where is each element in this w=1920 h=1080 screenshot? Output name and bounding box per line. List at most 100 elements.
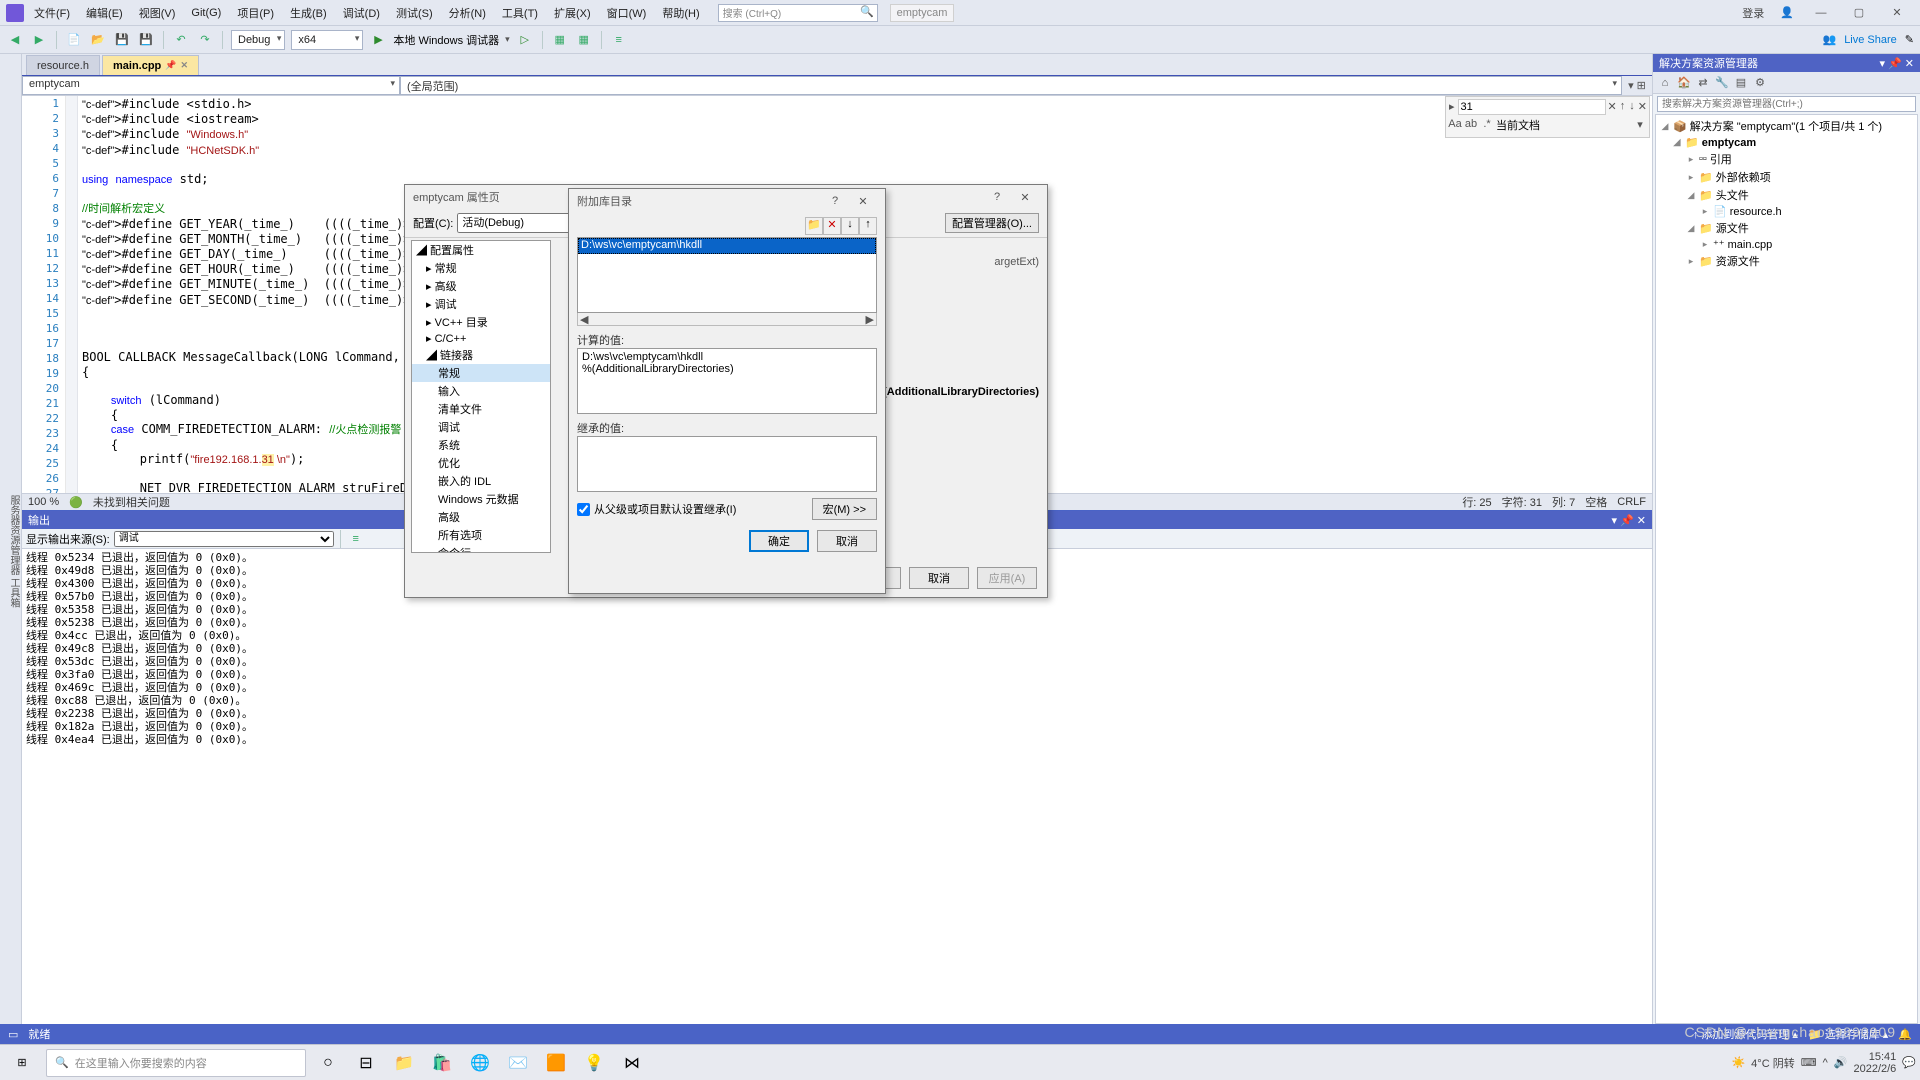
close-button[interactable]: ✕	[1880, 6, 1914, 19]
saveall-icon[interactable]: 💾	[137, 31, 155, 49]
sol-node-refs[interactable]: 引用	[1710, 151, 1732, 167]
tab-main-cpp[interactable]: main.cpp📌✕	[102, 55, 199, 75]
solution-tree[interactable]: ◢📦 解决方案 "emptycam"(1 个项目/共 1 个) ◢📁 empty…	[1655, 114, 1918, 1024]
dir-new-icon[interactable]: 📁	[805, 217, 823, 235]
nav-fwd-icon[interactable]: ▶	[30, 31, 48, 49]
config-dropdown[interactable]: Debug	[231, 30, 285, 50]
cortana-icon[interactable]: ○	[312, 1048, 344, 1078]
menu-project[interactable]: 项目(P)	[231, 2, 280, 24]
macro-button[interactable]: 宏(M) >>	[812, 498, 877, 520]
output-src-dropdown[interactable]: 调试	[114, 531, 334, 547]
tb-misc-2[interactable]: ▦	[575, 31, 593, 49]
status-repo[interactable]: 选择存储库	[1825, 1029, 1880, 1041]
explorer-icon[interactable]: 📁	[388, 1048, 420, 1078]
dir-delete-icon[interactable]: ✕	[823, 217, 841, 235]
prop-tree[interactable]: ◢ 配置属性▸ 常规▸ 高级▸ 调试▸ VC++ 目录▸ C/C++◢ 链接器常…	[411, 240, 551, 553]
prop-close-icon[interactable]: ✕	[1011, 191, 1039, 204]
output-clear-icon[interactable]: ≡	[347, 530, 365, 548]
sol-search-input[interactable]	[1657, 96, 1916, 112]
menu-git[interactable]: Git(G)	[185, 4, 227, 22]
open-icon[interactable]: 📂	[89, 31, 107, 49]
dir-help-icon[interactable]: ?	[821, 195, 849, 207]
dir-down-icon[interactable]: ↓	[841, 217, 859, 235]
left-toolbox-tab[interactable]: 服务器资源管理器 工具箱	[0, 54, 22, 1044]
prop-help-icon[interactable]: ?	[983, 191, 1011, 203]
menu-file[interactable]: 文件(F)	[28, 2, 76, 24]
inherit-checkbox[interactable]	[577, 503, 590, 516]
find-next-icon[interactable]: ↓	[1628, 100, 1636, 114]
sol-file-main-cpp[interactable]: main.cpp	[1728, 239, 1773, 251]
sol-node-ext[interactable]: 外部依赖项	[1716, 169, 1771, 185]
quick-search-input[interactable]: 搜索 (Ctrl+Q)	[718, 4, 878, 22]
status-scm[interactable]: 添加到源代码管理	[1701, 1029, 1789, 1041]
find-expand-icon[interactable]: ▸	[1448, 100, 1456, 114]
sol-node-src[interactable]: 源文件	[1716, 220, 1749, 236]
menu-tools[interactable]: 工具(T)	[496, 2, 544, 24]
dir-cancel-button[interactable]: 取消	[817, 530, 877, 552]
sol-pin-icon[interactable]: ▾ 📌 ✕	[1879, 57, 1914, 70]
save-icon[interactable]: 💾	[113, 31, 131, 49]
office-icon[interactable]: 🟧	[540, 1048, 572, 1078]
prop-apply-button[interactable]: 应用(A)	[977, 567, 1037, 589]
zoom-label[interactable]: 100 %	[28, 496, 59, 508]
dir-list[interactable]: D:\ws\vc\emptycam\hkdll	[577, 237, 877, 313]
menu-debug[interactable]: 调试(D)	[337, 2, 386, 24]
start-nodebug-icon[interactable]: ▷	[516, 31, 534, 49]
menu-test[interactable]: 测试(S)	[390, 2, 439, 24]
tab-resource-h[interactable]: resource.h	[26, 55, 100, 75]
minimize-button[interactable]: —	[1804, 7, 1838, 19]
menu-build[interactable]: 生成(B)	[284, 2, 333, 24]
menu-window[interactable]: 窗口(W)	[601, 2, 653, 24]
maximize-button[interactable]: ▢	[1842, 6, 1876, 19]
platform-dropdown[interactable]: x64	[291, 30, 363, 50]
start-button[interactable]: ⊞	[4, 1048, 40, 1078]
sol-project[interactable]: emptycam	[1702, 137, 1756, 149]
dir-up-icon[interactable]: ↑	[859, 217, 877, 235]
start-debug-icon[interactable]: ▶	[369, 31, 387, 49]
dir-close-icon[interactable]: ✕	[849, 195, 877, 208]
taskview-icon[interactable]: ⊟	[350, 1048, 382, 1078]
menu-edit[interactable]: 编辑(E)	[80, 2, 129, 24]
mail-icon[interactable]: ✉️	[502, 1048, 534, 1078]
edge-icon[interactable]: 🌐	[464, 1048, 496, 1078]
menu-analyze[interactable]: 分析(N)	[443, 2, 492, 24]
find-input[interactable]	[1458, 99, 1606, 115]
liveshare-label[interactable]: Live Share	[1844, 34, 1897, 46]
feedback-icon[interactable]: ✎	[1905, 33, 1914, 46]
store-icon[interactable]: 🛍️	[426, 1048, 458, 1078]
vs-icon[interactable]: ⋈	[616, 1048, 648, 1078]
tb-misc-1[interactable]: ▦	[551, 31, 569, 49]
sol-sync-icon[interactable]: 🏠	[1676, 76, 1692, 89]
prop-cancel-button[interactable]: 取消	[909, 567, 969, 589]
tips-icon[interactable]: 💡	[578, 1048, 610, 1078]
find-scope[interactable]: 当前文档	[1496, 117, 1631, 133]
cfg-mgr-button[interactable]: 配置管理器(O)...	[945, 213, 1039, 233]
sol-node-hdr[interactable]: 头文件	[1716, 187, 1749, 203]
pin-icon[interactable]: 📌	[165, 60, 176, 71]
find-prev-icon[interactable]: ↑	[1619, 100, 1627, 114]
dir-entry-selected[interactable]: D:\ws\vc\emptycam\hkdll	[578, 238, 876, 254]
split-icon[interactable]: ▾ ⊞	[1622, 76, 1652, 95]
liveshare-icon[interactable]: 👥	[1822, 33, 1836, 46]
account-icon[interactable]: 👤	[1774, 3, 1800, 22]
sol-file-resource-h[interactable]: resource.h	[1730, 206, 1782, 218]
close-tab-icon[interactable]: ✕	[181, 60, 189, 71]
nav-back-icon[interactable]: ◀	[6, 31, 24, 49]
menu-ext[interactable]: 扩展(X)	[548, 2, 597, 24]
breadcrumb-right[interactable]: (全局范围)	[400, 76, 1622, 95]
undo-icon[interactable]: ↶	[172, 31, 190, 49]
panel-pin-icon[interactable]: ▾ 📌 ✕	[1611, 514, 1646, 527]
dir-ok-button[interactable]: 确定	[749, 530, 809, 552]
new-icon[interactable]: 📄	[65, 31, 83, 49]
tb-misc-3[interactable]: ≡	[610, 31, 628, 49]
breadcrumb-left[interactable]: emptycam	[22, 76, 400, 95]
system-tray[interactable]: ☀️4°C 阴转 ⌨^🔊 15:412022/2/6 💬	[1731, 1051, 1916, 1075]
menu-help[interactable]: 帮助(H)	[656, 2, 705, 24]
sol-home-icon[interactable]: ⌂	[1657, 77, 1673, 89]
redo-icon[interactable]: ↷	[196, 31, 214, 49]
menu-view[interactable]: 视图(V)	[133, 2, 182, 24]
taskbar-search[interactable]: 🔍 在这里输入你要搜索的内容	[46, 1049, 306, 1077]
find-x-icon[interactable]: ✕	[1638, 100, 1647, 114]
login-link[interactable]: 登录	[1736, 2, 1770, 24]
notifications-icon[interactable]: 🔔	[1898, 1028, 1912, 1041]
